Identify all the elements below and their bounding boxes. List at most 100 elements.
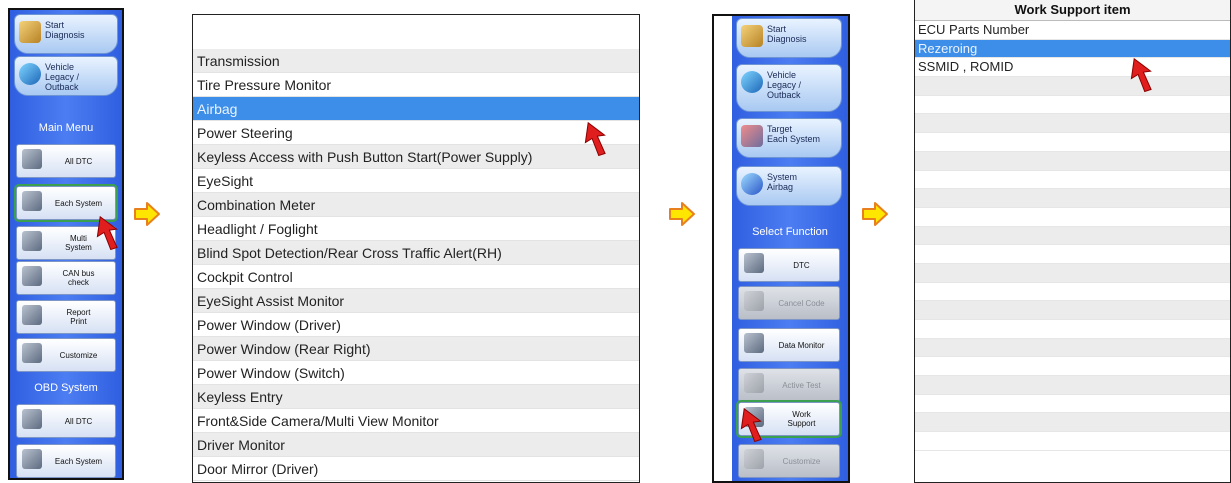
obd-each-system-button[interactable]: Each System — [16, 444, 116, 478]
empty-row — [915, 151, 1230, 171]
work-support-list: ECU Parts Number Rezeroing SSMID , ROMID — [915, 21, 1230, 451]
system-list-item[interactable]: Power Window (Driver) — [193, 313, 639, 337]
target-system-icon — [741, 125, 763, 147]
menu-label: Customize — [59, 350, 98, 360]
breadcrumb-item[interactable]: Vehicle Legacy / Outback — [736, 64, 842, 112]
system-list-item[interactable]: Power Window (Switch) — [193, 361, 639, 385]
system-list-item[interactable]: Keyless Entry — [193, 385, 639, 409]
empty-row — [915, 357, 1230, 377]
function-label: Cancel Code — [778, 298, 825, 308]
house-icon — [741, 25, 763, 47]
system-list-item[interactable]: Airbag — [193, 97, 639, 121]
work-support-item[interactable]: Rezeroing — [915, 39, 1230, 59]
breadcrumb-label: System Airbag — [767, 172, 798, 192]
menu-label: Each System — [54, 456, 103, 466]
flow-arrow-icon — [669, 202, 695, 226]
dtc-button[interactable]: DTC — [738, 248, 840, 282]
breadcrumb-label: Target Each System — [767, 124, 821, 144]
system-list-panel: Transmission Tire Pressure Monitor Airbag P… — [192, 14, 640, 483]
breadcrumb-item[interactable]: Start Diagnosis — [736, 18, 842, 58]
pointer-arrow-icon — [584, 121, 606, 157]
work-support-item[interactable]: SSMID , ROMID — [915, 58, 1230, 78]
main-menu-title: Main Menu — [38, 122, 94, 134]
empty-row — [915, 432, 1230, 451]
empty-row — [915, 301, 1230, 320]
system-list: Transmission Tire Pressure Monitor Airbag P… — [193, 49, 639, 481]
empty-row — [915, 376, 1230, 395]
report-icon — [22, 305, 42, 325]
system-list-item[interactable]: Transmission — [193, 49, 639, 73]
breadcrumb-item[interactable]: Start Diagnosis — [14, 14, 118, 54]
function-label: DTC — [793, 260, 810, 270]
breadcrumb-item[interactable]: System Airbag — [736, 166, 842, 206]
menu-label: All DTC — [64, 416, 93, 426]
dtc-icon — [22, 149, 42, 169]
system-list-item[interactable]: Door Mirror (Driver) — [193, 457, 639, 481]
empty-row — [915, 208, 1230, 227]
empty-row — [915, 133, 1230, 152]
select-function-panel: Start Diagnosis Vehicle Legacy / Outback T… — [712, 14, 850, 483]
system-list-item[interactable]: EyeSight Assist Monitor — [193, 289, 639, 313]
breadcrumb-label: Start Diagnosis — [767, 24, 807, 44]
list-header — [193, 15, 639, 49]
system-list-item[interactable]: Driver Monitor — [193, 433, 639, 457]
multi-system-icon — [22, 231, 42, 251]
empty-row — [915, 245, 1230, 264]
cancel-code-icon — [744, 291, 764, 311]
select-function-title: Select Function — [752, 226, 828, 238]
empty-row — [915, 395, 1230, 414]
each-system-icon — [22, 449, 42, 469]
dtc-icon — [22, 409, 42, 429]
work-support-item[interactable]: ECU Parts Number — [915, 21, 1230, 40]
menu-label: CAN bus check — [62, 269, 95, 287]
menu-label: Report Print — [66, 308, 91, 326]
data-monitor-icon — [744, 333, 764, 353]
empty-row — [915, 413, 1230, 433]
system-list-item[interactable]: Power Steering — [193, 121, 639, 145]
pointer-arrow-icon — [96, 215, 118, 251]
system-list-item[interactable]: Keyless Access with Push Button Start(Po… — [193, 145, 639, 169]
empty-row — [915, 171, 1230, 190]
breadcrumb-item[interactable]: Target Each System — [736, 118, 842, 158]
system-list-item[interactable]: Tire Pressure Monitor — [193, 73, 639, 97]
function-label: Active Test — [782, 380, 821, 390]
system-list-item[interactable]: Power Window (Rear Right) — [193, 337, 639, 361]
empty-row — [915, 338, 1230, 358]
pointer-arrow-icon — [1130, 57, 1152, 93]
breadcrumb-label: Vehicle Legacy / Outback — [45, 62, 80, 92]
airbag-icon — [741, 173, 763, 195]
system-list-item[interactable]: Headlight / Foglight — [193, 217, 639, 241]
system-list-item[interactable]: Blind Spot Detection/Rear Cross Traffic … — [193, 241, 639, 265]
obd-all-dtc-button[interactable]: All DTC — [16, 404, 116, 438]
customize-icon — [744, 449, 764, 469]
system-list-item[interactable]: Front&Side Camera/Multi View Monitor — [193, 409, 639, 433]
all-dtc-button[interactable]: All DTC — [16, 144, 116, 178]
car-icon — [741, 71, 763, 93]
flow-arrow-icon — [862, 202, 888, 226]
active-test-icon — [744, 373, 764, 393]
dtc-icon — [744, 253, 764, 273]
system-list-item[interactable]: EyeSight — [193, 169, 639, 193]
customize-button[interactable]: Customize — [738, 444, 840, 478]
system-list-item[interactable]: Combination Meter — [193, 193, 639, 217]
breadcrumb-item[interactable]: Vehicle Legacy / Outback — [14, 56, 118, 96]
empty-row — [915, 114, 1230, 134]
menu-label: All DTC — [64, 156, 93, 166]
empty-row — [915, 96, 1230, 115]
report-print-button[interactable]: Report Print — [16, 300, 116, 334]
can-bus-icon — [22, 266, 42, 286]
function-label: Data Monitor — [778, 340, 825, 350]
work-support-header: Work Support item — [915, 0, 1230, 21]
cancel-code-button[interactable]: Cancel Code — [738, 286, 840, 320]
customize-button[interactable]: Customize — [16, 338, 116, 372]
pointer-arrow-icon — [740, 407, 762, 443]
each-system-icon — [22, 191, 42, 211]
system-list-item[interactable]: Cockpit Control — [193, 265, 639, 289]
data-monitor-button[interactable]: Data Monitor — [738, 328, 840, 362]
can-bus-check-button[interactable]: CAN bus check — [16, 261, 116, 295]
breadcrumb-label: Vehicle Legacy / Outback — [767, 70, 802, 100]
work-support-panel: Work Support item ECU Parts Number Rezero… — [914, 0, 1231, 483]
empty-row — [915, 263, 1230, 283]
active-test-button[interactable]: Active Test — [738, 368, 840, 402]
car-icon — [19, 63, 41, 85]
